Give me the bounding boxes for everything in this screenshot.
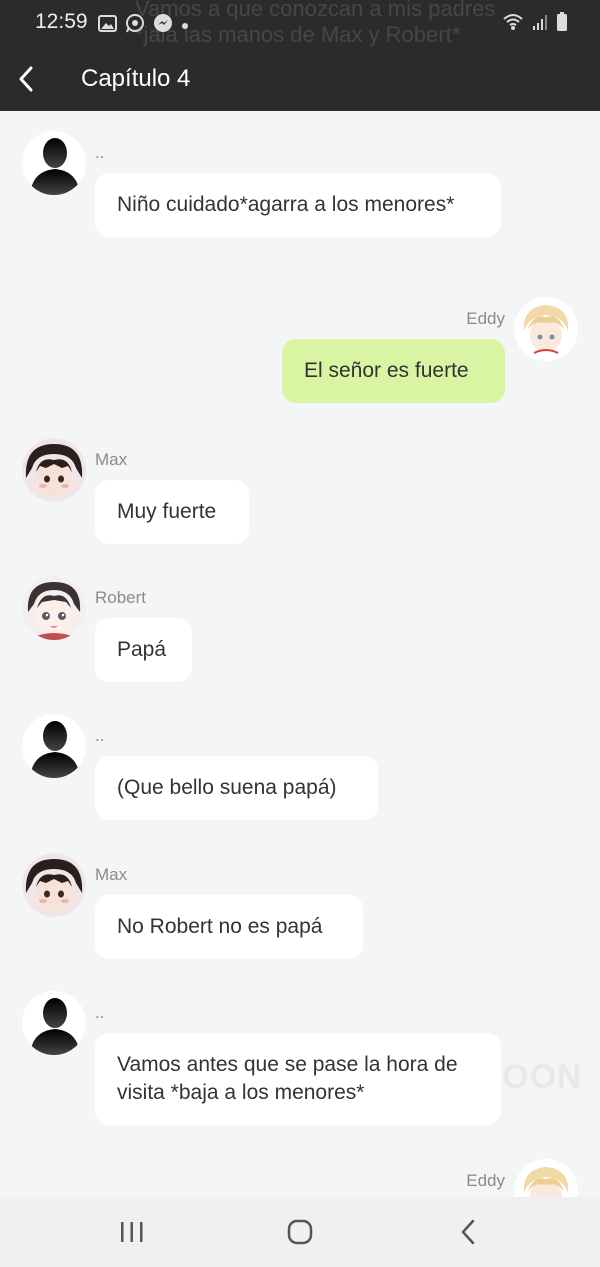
message-bubble[interactable]: Niño cuidado*agarra a los menores* — [95, 173, 501, 237]
gallery-icon — [98, 14, 117, 37]
status-icons-left — [98, 13, 189, 38]
max-avatar-icon — [22, 853, 86, 917]
home-icon — [287, 1219, 313, 1245]
dot-icon — [181, 17, 189, 35]
sender-name: .. — [95, 726, 105, 745]
page-title: Capítulo 4 — [81, 65, 191, 92]
eddy-avatar-icon — [514, 297, 578, 361]
messenger-icon — [153, 13, 173, 38]
avatar[interactable] — [22, 853, 86, 917]
message-bubble[interactable]: El señor es fuerte — [282, 339, 505, 403]
wifi-icon — [502, 13, 524, 36]
sender-name: .. — [95, 1003, 105, 1022]
top-bar: Vamos a que conozcan a mis padres *jala … — [0, 0, 600, 111]
max-avatar-icon — [22, 438, 86, 502]
sender-name: Eddy — [466, 309, 505, 328]
nav-back-button[interactable] — [448, 1217, 488, 1247]
message-bubble[interactable]: Papá — [95, 618, 192, 682]
recent-apps-icon — [121, 1222, 143, 1242]
robert-avatar-icon — [22, 576, 86, 640]
avatar[interactable] — [514, 1159, 578, 1197]
signal-icon — [532, 14, 548, 35]
silhouette-icon — [30, 138, 80, 195]
status-time: 12:59 — [35, 10, 88, 33]
system-nav-bar — [0, 1197, 600, 1267]
message-bubble[interactable]: Vamos antes que se pase la hora de visit… — [95, 1033, 501, 1125]
avatar[interactable] — [22, 131, 86, 195]
message-bubble[interactable]: (Que bello suena papá) — [95, 756, 378, 820]
message-bubble[interactable]: No Robert no es papá — [95, 895, 363, 959]
recent-apps-button[interactable] — [112, 1217, 152, 1247]
avatar[interactable] — [22, 438, 86, 502]
sender-name: Max — [95, 865, 128, 884]
whatsapp-icon — [125, 13, 145, 38]
message-bubble[interactable]: Muy fuerte — [95, 480, 249, 544]
sender-name: Eddy — [466, 1171, 505, 1190]
battery-icon — [556, 12, 568, 37]
status-icons-right — [502, 12, 568, 37]
silhouette-icon — [30, 721, 80, 778]
sender-name: .. — [95, 143, 105, 162]
back-icon — [461, 1219, 475, 1245]
eddy-avatar-icon — [514, 1159, 578, 1197]
home-button[interactable] — [280, 1217, 320, 1247]
background-text: Vamos a que conozcan a mis padres *jala … — [135, 0, 496, 47]
avatar[interactable] — [514, 297, 578, 361]
back-button[interactable] — [10, 62, 42, 96]
sender-name: Robert — [95, 588, 147, 607]
avatar[interactable] — [22, 576, 86, 640]
chevron-left-icon — [19, 66, 33, 92]
silhouette-icon — [30, 998, 80, 1055]
sender-name: Max — [95, 450, 128, 469]
avatar[interactable] — [22, 714, 86, 778]
watermark: OON — [502, 1058, 583, 1096]
avatar[interactable] — [22, 991, 86, 1055]
chat-area[interactable]: .. Niño cuidado*agarra a los menores* Ed… — [0, 111, 600, 1197]
